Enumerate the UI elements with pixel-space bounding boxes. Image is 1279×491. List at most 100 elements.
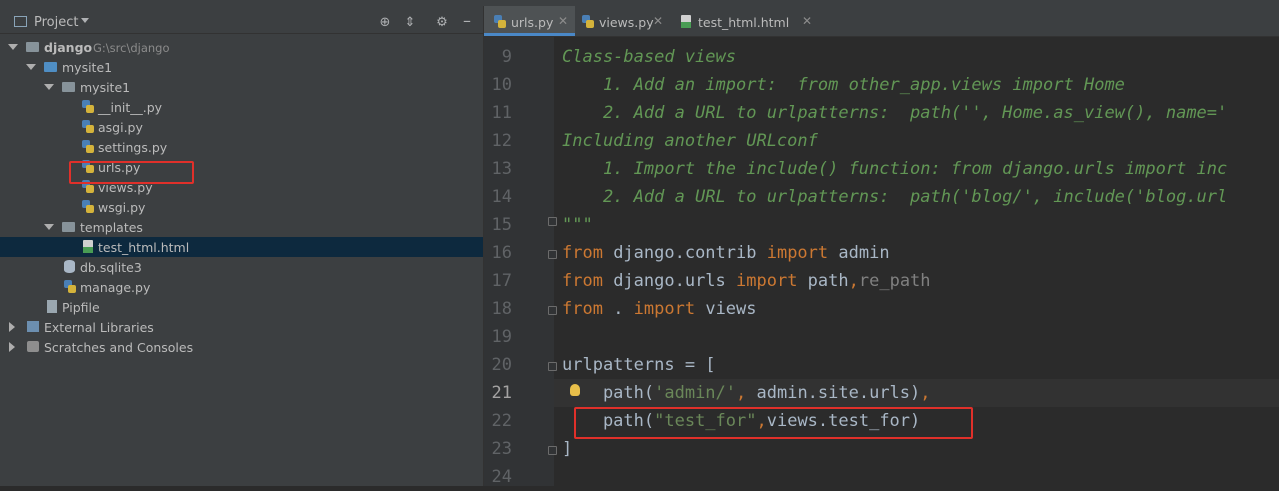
tree-label: settings.py: [98, 140, 168, 155]
html-file-icon: [681, 15, 691, 28]
caret-right-icon[interactable]: [9, 322, 15, 332]
tree-item-django[interactable]: django G:\src\django: [0, 37, 483, 57]
tab-test-html[interactable]: test_html.html ✕: [674, 6, 834, 36]
code-line: from django.contrib import admin: [562, 243, 890, 263]
tree-label: db.sqlite3: [80, 260, 142, 275]
code-line: 2. Add a URL to urlpatterns: path('', Ho…: [562, 103, 1228, 123]
folder-icon: [26, 42, 39, 52]
code-line: """: [562, 215, 593, 235]
fold-marker-icon[interactable]: [548, 250, 557, 259]
python-file-icon: [64, 280, 76, 293]
html-file-icon: [83, 240, 93, 253]
python-file-icon: [82, 200, 94, 213]
tree-item-wsgi[interactable]: wsgi.py: [0, 197, 483, 217]
line-number: 23: [491, 439, 512, 459]
tree-item-test-html[interactable]: test_html.html: [0, 237, 483, 257]
python-file-icon: [82, 120, 94, 133]
code-line: 1. Import the include() function: from d…: [562, 159, 1228, 179]
code-line: ]: [562, 439, 573, 459]
pipfile-icon: [47, 300, 57, 313]
tree-item-external-libraries[interactable]: External Libraries: [0, 317, 483, 337]
tree-label: wsgi.py: [98, 200, 146, 215]
tree-label: Scratches and Consoles: [44, 340, 194, 355]
database-file-icon: [64, 260, 75, 273]
expand-all-icon[interactable]: ⇕: [402, 15, 418, 30]
tree-item-manage[interactable]: manage.py: [0, 277, 483, 297]
close-icon[interactable]: ✕: [558, 14, 568, 28]
code-line: from . import views: [562, 299, 757, 319]
line-number: 10: [491, 75, 512, 95]
tab-label: urls.py: [511, 15, 554, 30]
locate-icon[interactable]: ⊕: [377, 15, 393, 30]
tree-item-db[interactable]: db.sqlite3: [0, 257, 483, 277]
line-number: 18: [491, 299, 512, 319]
tab-label: views.py: [599, 15, 654, 30]
editor-tab-bar: urls.py ✕ views.py ✕ test_html.html ✕: [484, 6, 1279, 37]
tree-item-mysite1-outer[interactable]: mysite1: [0, 57, 483, 77]
tree-label: __init__.py: [98, 100, 163, 115]
tree-label: mysite1: [62, 60, 113, 75]
close-icon[interactable]: ✕: [802, 14, 812, 28]
tree-label: Pipfile: [62, 300, 100, 315]
caret-down-icon[interactable]: [44, 84, 54, 90]
line-number: 22: [491, 411, 512, 431]
fold-marker-icon[interactable]: [548, 446, 557, 455]
package-folder-icon: [62, 82, 75, 92]
scratches-icon: [27, 341, 39, 352]
code-line: Including another URLconf: [562, 131, 818, 151]
tree-label: templates: [80, 220, 143, 235]
code-line: 2. Add a URL to urlpatterns: path('blog/…: [562, 187, 1228, 207]
tab-urls[interactable]: urls.py ✕: [484, 6, 575, 36]
code-line: urlpatterns = [: [562, 355, 716, 375]
python-file-icon: [82, 100, 94, 113]
tree-label: test_html.html: [98, 240, 190, 255]
line-number: 19: [491, 327, 512, 347]
fold-marker-icon[interactable]: [548, 362, 557, 371]
library-icon: [27, 321, 39, 332]
project-view-icon: [14, 16, 27, 27]
caret-down-icon[interactable]: [44, 224, 54, 230]
minimize-panel-icon[interactable]: –: [459, 11, 475, 30]
tree-item-init[interactable]: __init__.py: [0, 97, 483, 117]
tree-label: django: [44, 40, 93, 55]
line-number: 13: [491, 159, 512, 179]
highlight-box-test-for: [574, 407, 973, 439]
tab-label: test_html.html: [698, 15, 790, 30]
fold-marker-icon[interactable]: [548, 217, 557, 226]
highlight-box-urls: [69, 161, 194, 184]
tree-item-asgi[interactable]: asgi.py: [0, 117, 483, 137]
tree-item-templates[interactable]: templates: [0, 217, 483, 237]
tree-item-pipfile[interactable]: Pipfile: [0, 297, 483, 317]
line-number: 9: [501, 47, 512, 67]
tree-label: asgi.py: [98, 120, 143, 135]
gear-icon[interactable]: ⚙: [434, 15, 450, 30]
python-file-icon: [494, 15, 506, 28]
caret-down-icon[interactable]: [8, 44, 18, 50]
line-number: 21: [491, 383, 512, 403]
project-view-selector[interactable]: Project: [34, 15, 78, 30]
close-icon[interactable]: ✕: [653, 14, 663, 28]
line-number: 14: [491, 187, 512, 207]
tree-label: mysite1: [80, 80, 131, 95]
code-line: 1. Add an import: from other_app.views i…: [562, 75, 1125, 95]
line-number: 16: [491, 243, 512, 263]
line-number: 24: [491, 467, 512, 487]
tree-label: External Libraries: [44, 320, 154, 335]
chevron-down-icon[interactable]: [81, 18, 89, 23]
tree-label: manage.py: [80, 280, 151, 295]
code-line: Class-based views: [562, 47, 736, 67]
tree-item-scratches[interactable]: Scratches and Consoles: [0, 337, 483, 357]
code-line: from django.urls import path,re_path: [562, 271, 931, 291]
line-number: 20: [491, 355, 512, 375]
code-line: path('admin/', admin.site.urls),: [562, 383, 931, 403]
tab-views[interactable]: views.py ✕: [576, 6, 673, 36]
fold-marker-icon[interactable]: [548, 306, 557, 315]
folder-icon: [44, 62, 57, 72]
project-panel-header: Project ⊕ ⇕ ⚙ –: [0, 6, 483, 34]
tree-item-mysite1-package[interactable]: mysite1: [0, 77, 483, 97]
python-file-icon: [582, 15, 594, 28]
caret-right-icon[interactable]: [9, 342, 15, 352]
tree-item-settings[interactable]: settings.py: [0, 137, 483, 157]
caret-down-icon[interactable]: [26, 64, 36, 70]
line-number: 11: [491, 103, 512, 123]
